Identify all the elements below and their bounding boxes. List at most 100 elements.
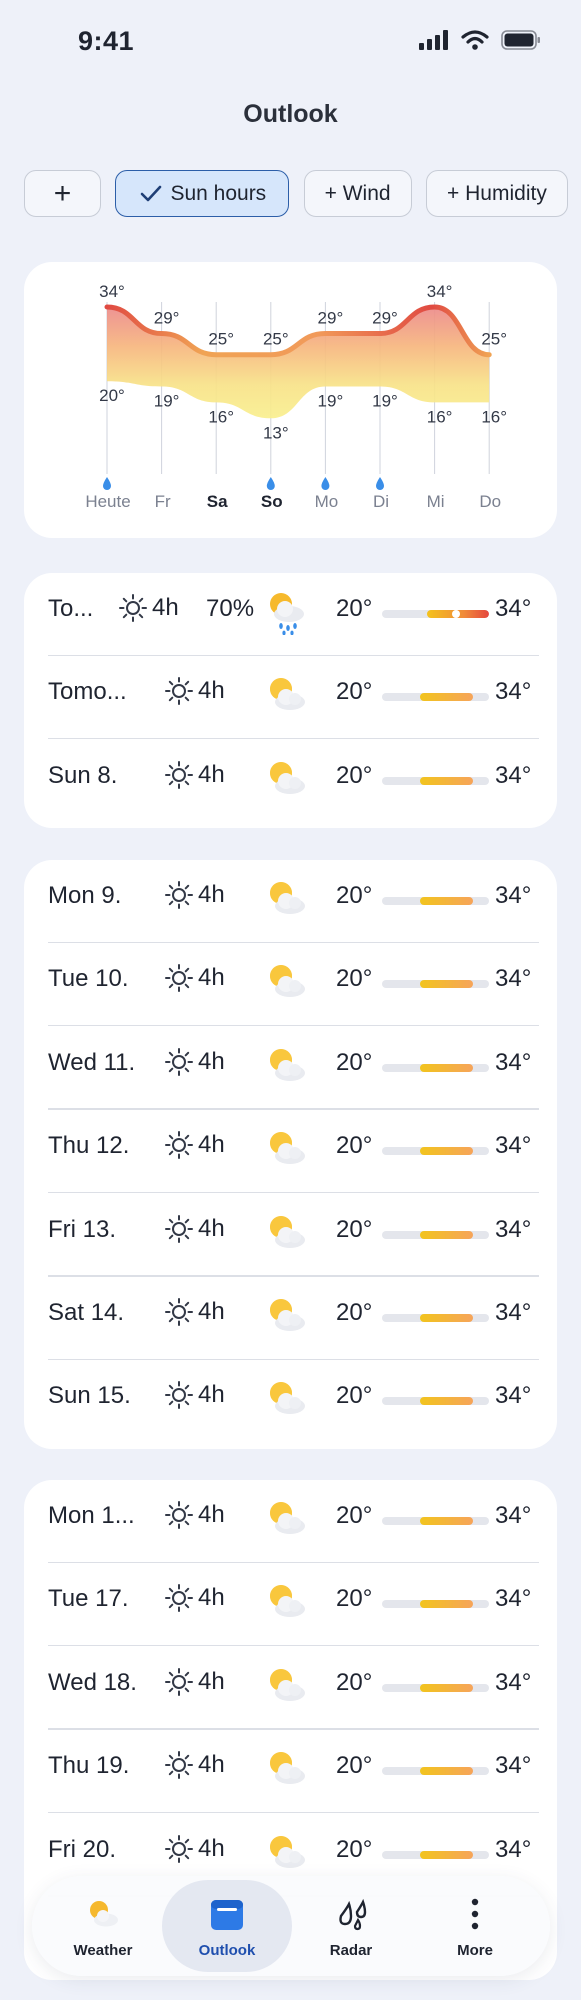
rain-drop-icon <box>321 477 330 490</box>
max-temp-label: 29° <box>318 309 344 328</box>
min-temp: 20° <box>336 1835 373 1863</box>
day-label: Sun 8. <box>48 761 118 789</box>
sun-hours-value: 4h <box>198 1667 225 1695</box>
min-temp-label: 19° <box>372 392 398 411</box>
temp-range-fill <box>420 980 473 989</box>
forecast-row[interactable]: Tue 10. 4h 20° 34° <box>24 943 557 1027</box>
temp-range-fill <box>420 1314 473 1322</box>
temp-range-fill <box>420 1063 473 1072</box>
tab-weather-label: Weather <box>73 1942 133 1959</box>
wind-chip[interactable]: + Wind <box>303 170 412 217</box>
temp-range-fill <box>420 1517 473 1525</box>
max-temp: 34° <box>495 1132 532 1160</box>
forecast-row[interactable]: Mon 1... 4h 20° 34° <box>24 1480 557 1563</box>
tab-outlook[interactable]: Outlook <box>162 1880 292 1972</box>
sun-hours: 4h <box>164 1667 225 1697</box>
partly-cloudy-icon <box>270 1502 305 1534</box>
sun-hours-value: 4h <box>198 1501 225 1528</box>
add-metric-chip[interactable]: + <box>24 170 101 217</box>
forecast-row[interactable]: Thu 19. 4h 20° 34° <box>24 1730 557 1814</box>
temp-range-fill <box>420 1147 473 1156</box>
temp-range-bar <box>382 1147 489 1156</box>
forecast-row[interactable]: To... 4h 70% 20° 34° <box>24 573 557 656</box>
min-temp: 20° <box>336 1382 373 1410</box>
sun-outline-icon <box>165 1834 193 1863</box>
day-label: Sat 14. <box>48 1299 125 1326</box>
max-temp: 34° <box>495 595 532 622</box>
battery-icon <box>501 30 540 50</box>
weather-icon <box>90 1901 118 1927</box>
max-temp: 34° <box>495 1835 532 1863</box>
max-temp: 34° <box>495 1502 532 1529</box>
tab-radar[interactable]: Radar <box>286 1880 416 1972</box>
day-label: To... <box>48 595 94 622</box>
forecast-row[interactable]: Fri 13. 4h 20° 34° <box>24 1194 557 1277</box>
filter-chips: + Sun hours + Wind + Humidity <box>24 170 581 218</box>
forecast-row[interactable]: Sat 14. 4h 20° 34° <box>24 1277 557 1360</box>
partly-cloudy-icon <box>270 1132 305 1165</box>
forecast-row[interactable]: Sun 8. 4h 20° 34° <box>24 740 557 823</box>
max-temp: 34° <box>495 1215 532 1243</box>
max-temp-label: 34° <box>427 282 453 301</box>
temp-range-fill <box>420 897 473 905</box>
max-temp-label: 25° <box>208 330 234 349</box>
min-temp-label: 20° <box>99 386 125 405</box>
temp-range-bar <box>382 1600 489 1609</box>
sun-hours-value: 4h <box>198 1047 225 1075</box>
humidity-chip[interactable]: + Humidity <box>426 170 568 217</box>
min-temp-label: 19° <box>318 392 344 411</box>
forecast-row[interactable]: Wed 18. 4h 20° 34° <box>24 1647 557 1730</box>
signal-icon <box>419 30 448 50</box>
sun-outline-icon <box>165 1298 193 1326</box>
partly-cloudy-icon <box>270 1585 305 1618</box>
tab-more[interactable]: More <box>410 1880 540 1972</box>
temp-range-fill <box>420 776 473 785</box>
temp-range-bar <box>382 1683 489 1692</box>
sun-hours-value: 4h <box>198 1834 225 1862</box>
forecast-row[interactable]: Tomo... 4h 20° 34° <box>24 656 557 740</box>
forecast-row[interactable]: Sun 15. 4h 20° 34° <box>24 1360 557 1443</box>
min-temp: 20° <box>336 1502 373 1529</box>
day-label: Tomo... <box>48 678 127 706</box>
sun-hours: 4h <box>164 676 225 706</box>
forecast-row[interactable]: Tue 17. 4h 20° 34° <box>24 1563 557 1647</box>
day-label: Mon 9. <box>48 882 122 909</box>
max-temp: 34° <box>495 761 532 789</box>
tab-weather[interactable]: Weather <box>38 1880 168 1972</box>
sun-hours: 4h <box>164 963 225 993</box>
wind-chip-label: + Wind <box>324 181 391 205</box>
temp-range-fill <box>420 1850 473 1859</box>
partly-cloudy-icon <box>270 882 305 914</box>
check-icon <box>141 185 162 201</box>
min-temp-label: 16° <box>427 407 453 426</box>
add-icon: + <box>53 176 72 210</box>
sun-outline-icon <box>165 881 193 909</box>
tab-bar: Weather Outlook Radar More <box>32 1876 550 1976</box>
forecast-row[interactable]: Wed 11. 4h 20° 34° <box>24 1027 557 1110</box>
temperature-chart-card: 34° 20° Heute 29° 19° Fr 25° 16° Sa 25° 13° So 29° 19… <box>24 262 557 538</box>
day-axis-label: Mo <box>315 492 339 511</box>
forecast-row[interactable]: Mon 9. 4h 20° 34° <box>24 860 557 943</box>
max-temp: 34° <box>495 1668 532 1696</box>
status-icons <box>419 30 541 50</box>
temp-range-bar <box>382 1397 489 1406</box>
sun-hours-chip[interactable]: Sun hours <box>115 170 290 217</box>
sun-hours-value: 4h <box>198 964 225 992</box>
max-temp: 34° <box>495 1382 532 1410</box>
temp-range-fill <box>420 1397 473 1406</box>
sun-outline-icon <box>165 1214 193 1243</box>
min-temp: 20° <box>336 882 373 909</box>
forecast-row[interactable]: Thu 12. 4h 20° 34° <box>24 1110 557 1194</box>
temp-range-fill <box>420 693 473 702</box>
sun-outline-icon <box>165 1047 193 1076</box>
day-axis-label: Fr <box>155 492 171 511</box>
status-bar: 9:41 <box>0 0 581 86</box>
day-label: Wed 11. <box>48 1048 136 1076</box>
page-title: Outlook <box>243 100 338 128</box>
sun-hours-value: 4h <box>198 1214 225 1242</box>
max-temp-label: 29° <box>372 309 398 328</box>
tab-outlook-label: Outlook <box>198 1942 256 1959</box>
humidity-chip-label: + Humidity <box>447 181 547 205</box>
rain-drop-icon <box>266 477 275 490</box>
sun-outline-icon <box>165 1501 193 1529</box>
